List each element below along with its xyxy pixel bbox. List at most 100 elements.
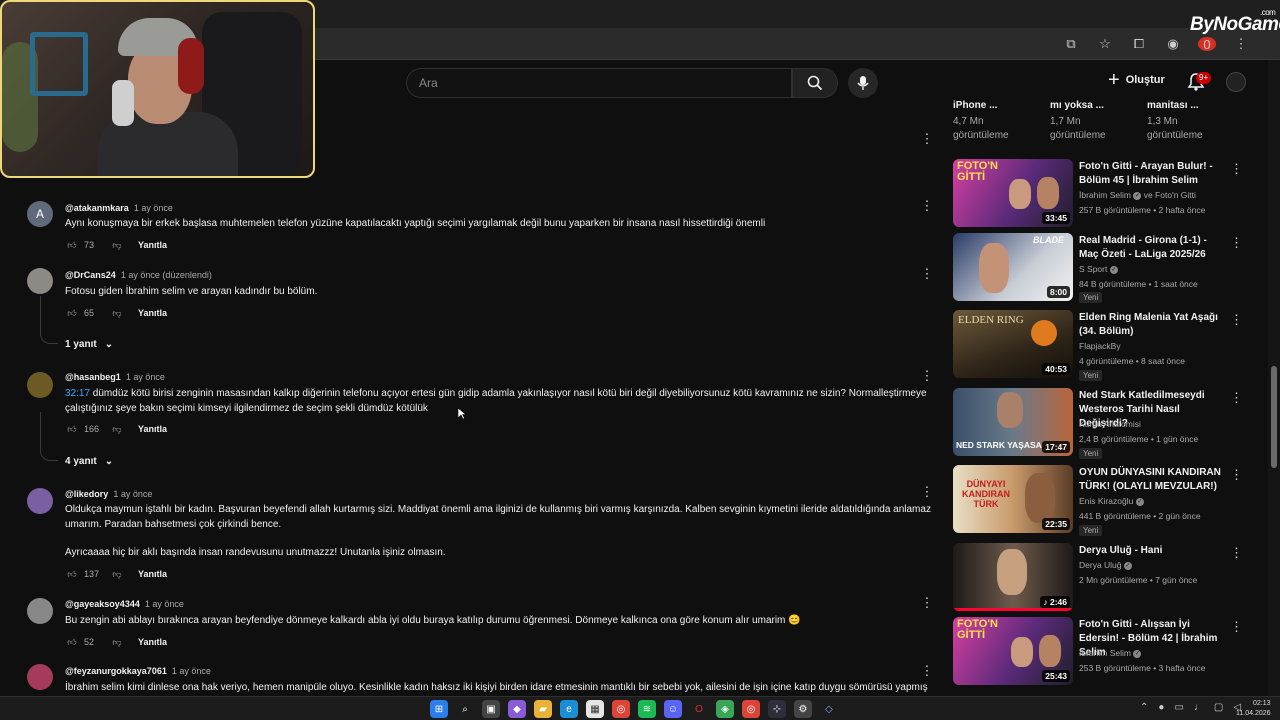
video-thumbnail[interactable]: ♪ 2:46 bbox=[953, 543, 1073, 611]
system-clock[interactable]: 02:13 11.04.2026 bbox=[1236, 699, 1271, 719]
channel-name[interactable]: S Sport ✓ bbox=[1079, 264, 1118, 274]
video-timestamp-link[interactable]: 32:17 bbox=[65, 388, 90, 399]
video-title[interactable]: Foto'n Gitti - Arayan Bulur! - Bölüm 45 … bbox=[1079, 160, 1229, 188]
comment-author[interactable]: @atakanmkara bbox=[65, 203, 129, 213]
like-icon[interactable]: 👍︎ bbox=[65, 635, 79, 649]
video-title[interactable]: OYUN DÜNYASINI KANDIRAN TÜRK! (OLAYLI ME… bbox=[1079, 466, 1229, 494]
channel-name[interactable]: Kurgu Anatomisi bbox=[1079, 419, 1141, 429]
recommended-video[interactable]: ELDEN RING 40:53 Elden Ring Malenia Yat … bbox=[953, 310, 1253, 382]
comment-time[interactable]: 1 ay önce bbox=[134, 203, 173, 213]
recommended-video[interactable]: BLADE 8:00 Real Madrid - Girona (1-1) - … bbox=[953, 233, 1253, 305]
recommended-video[interactable]: NED STARK YAŞASA 17:47 Ned Stark Katledi… bbox=[953, 388, 1253, 460]
reply-button[interactable]: Yanıtla bbox=[138, 308, 167, 318]
video-title[interactable]: Real Madrid - Girona (1-1) - Maç Özeti -… bbox=[1079, 234, 1229, 262]
obs-icon[interactable]: ⊹ bbox=[768, 700, 786, 718]
comment-author[interactable]: @hasanbeg1 bbox=[65, 372, 121, 382]
recommended-video[interactable]: FOTO'N GİTTİ 25:43 Foto'n Gitti - Alışsa… bbox=[953, 617, 1253, 689]
cast-icon[interactable]: ⧉ bbox=[1062, 36, 1080, 52]
mic-tray-icon[interactable]: ♩ bbox=[1194, 702, 1204, 713]
recommended-video[interactable]: ♪ 2:46 Derya Uluğ - Hani Derya Uluğ ✓ 2 … bbox=[953, 543, 1253, 615]
avatar[interactable] bbox=[27, 372, 53, 398]
more-options-icon[interactable]: ⋮ bbox=[920, 664, 934, 677]
video-thumbnail[interactable]: FOTO'N GİTTİ 25:43 bbox=[953, 617, 1073, 685]
avatar[interactable] bbox=[27, 598, 53, 624]
more-options-icon[interactable]: ⋮ bbox=[1230, 619, 1243, 635]
dislike-icon[interactable]: 👎︎ bbox=[110, 422, 124, 436]
settings-gear-icon[interactable]: ⚙ bbox=[794, 700, 812, 718]
comment-author[interactable]: @feyzanurgokkaya7061 bbox=[65, 666, 167, 676]
video-thumbnail[interactable]: DÜNYAYI KANDIRAN TÜRK 22:35 bbox=[953, 465, 1073, 533]
like-icon[interactable]: 👍︎ bbox=[65, 306, 79, 320]
video-thumbnail[interactable]: NED STARK YAŞASA 17:47 bbox=[953, 388, 1073, 456]
like-icon[interactable]: 👍︎ bbox=[65, 567, 79, 581]
avatar[interactable] bbox=[27, 664, 53, 690]
like-icon[interactable]: 👍︎ bbox=[65, 422, 79, 436]
avatar[interactable] bbox=[27, 488, 53, 514]
more-options-icon[interactable]: ⋮ bbox=[1230, 545, 1243, 561]
comment-time[interactable]: 1 ay önce bbox=[145, 599, 184, 609]
view-replies-button[interactable]: 4 yanıt ⌄ bbox=[65, 456, 113, 467]
more-options-icon[interactable]: ⋮ bbox=[1230, 235, 1243, 251]
spotify-icon[interactable]: ≋ bbox=[638, 700, 656, 718]
reply-button[interactable]: Yanıtla bbox=[138, 240, 167, 250]
recommended-video[interactable]: DÜNYAYI KANDIRAN TÜRK 22:35 OYUN DÜNYASI… bbox=[953, 465, 1253, 537]
discord-icon[interactable]: ☺ bbox=[664, 700, 682, 718]
channel-name[interactable]: Derya Uluğ ✓ bbox=[1079, 560, 1132, 570]
rec-top-item[interactable]: iPhone ... 4,7 Mn görüntüleme bbox=[953, 100, 1009, 143]
video-thumbnail[interactable]: ELDEN RING 40:53 bbox=[953, 310, 1073, 378]
like-icon[interactable]: 👍︎ bbox=[65, 238, 79, 252]
view-replies-button[interactable]: 1 yanıt ⌄ bbox=[65, 339, 113, 350]
reply-button[interactable]: Yanıtla bbox=[138, 569, 167, 579]
video-thumbnail[interactable]: BLADE 8:00 bbox=[953, 233, 1073, 301]
dislike-icon[interactable]: 👎︎ bbox=[110, 238, 124, 252]
video-thumbnail[interactable]: FOTO'N GİTTİ 33:45 bbox=[953, 159, 1073, 227]
tray-app-icon[interactable]: ● bbox=[1158, 702, 1164, 713]
recommended-video[interactable]: FOTO'N GİTTİ 33:45 Foto'n Gitti - Arayan… bbox=[953, 159, 1253, 231]
avatar[interactable]: A bbox=[27, 201, 53, 227]
more-options-icon[interactable]: ⋮ bbox=[1230, 390, 1243, 406]
extensions-icon[interactable]: ⧠ bbox=[1130, 36, 1148, 52]
page-scrollbar-thumb[interactable] bbox=[1271, 366, 1277, 468]
rec-top-item[interactable]: mı yoksa ... 1,7 Mn görüntüleme bbox=[1050, 100, 1106, 143]
channel-name[interactable]: Enis Kirazoğlu ✓ bbox=[1079, 496, 1144, 506]
more-options-icon[interactable]: ⋮ bbox=[920, 485, 934, 498]
edge-icon[interactable]: e bbox=[560, 700, 578, 718]
video-title[interactable]: Elden Ring Malenia Yat Aşağı (34. Bölüm) bbox=[1079, 311, 1229, 339]
app-icon[interactable]: ◇ bbox=[820, 700, 838, 718]
reply-button[interactable]: Yanıtla bbox=[138, 424, 167, 434]
channel-name[interactable]: İbrahim Selim ✓ ve Foto'n Gitti bbox=[1079, 190, 1196, 200]
dislike-icon[interactable]: 👎︎ bbox=[110, 567, 124, 581]
avatar[interactable] bbox=[27, 268, 53, 294]
chrome-dev-icon[interactable]: ◈ bbox=[716, 700, 734, 718]
comment-author[interactable]: @gayeaksoy4344 bbox=[65, 599, 140, 609]
comment-author[interactable]: @DrCans24 bbox=[65, 270, 116, 280]
store-icon[interactable]: ▦ bbox=[586, 700, 604, 718]
start-menu-icon[interactable]: ⊞ bbox=[430, 700, 448, 718]
more-options-icon[interactable]: ⋮ bbox=[1230, 161, 1243, 177]
task-view-icon[interactable]: ▣ bbox=[482, 700, 500, 718]
channel-name[interactable]: FlapjackBy bbox=[1079, 341, 1121, 351]
extension-badge[interactable]: 0 bbox=[1198, 37, 1216, 52]
copilot-icon[interactable]: ◆ bbox=[508, 700, 526, 718]
more-options-icon[interactable]: ⋮ bbox=[920, 132, 934, 145]
video-title[interactable]: Derya Uluğ - Hani bbox=[1079, 544, 1229, 558]
more-options-icon[interactable]: ⋮ bbox=[920, 596, 934, 609]
tray-chevron-icon[interactable]: ⌃ bbox=[1140, 702, 1148, 713]
opera-icon[interactable]: O bbox=[690, 700, 708, 718]
more-options-icon[interactable]: ⋮ bbox=[920, 369, 934, 382]
more-options-icon[interactable]: ⋮ bbox=[920, 199, 934, 212]
comment-time[interactable]: 1 ay önce bbox=[172, 666, 211, 676]
dislike-icon[interactable]: 👎︎ bbox=[110, 635, 124, 649]
taskbar-search-icon[interactable]: ⌕ bbox=[456, 700, 474, 718]
comment-time[interactable]: 1 ay önce bbox=[113, 489, 152, 499]
bookmark-star-icon[interactable]: ☆ bbox=[1096, 36, 1114, 52]
reply-button[interactable]: Yanıtla bbox=[138, 637, 167, 647]
more-options-icon[interactable]: ⋮ bbox=[920, 267, 934, 280]
network-icon[interactable]: ▭ bbox=[1174, 702, 1183, 713]
account-avatar[interactable] bbox=[1226, 72, 1246, 92]
file-explorer-icon[interactable]: ▰ bbox=[534, 700, 552, 718]
menu-icon[interactable]: ⋮ bbox=[1232, 36, 1250, 52]
comment-time[interactable]: 1 ay önce (düzenlendi) bbox=[121, 270, 212, 280]
chrome-active-icon[interactable]: ◎ bbox=[742, 700, 760, 718]
more-options-icon[interactable]: ⋮ bbox=[1230, 467, 1243, 483]
